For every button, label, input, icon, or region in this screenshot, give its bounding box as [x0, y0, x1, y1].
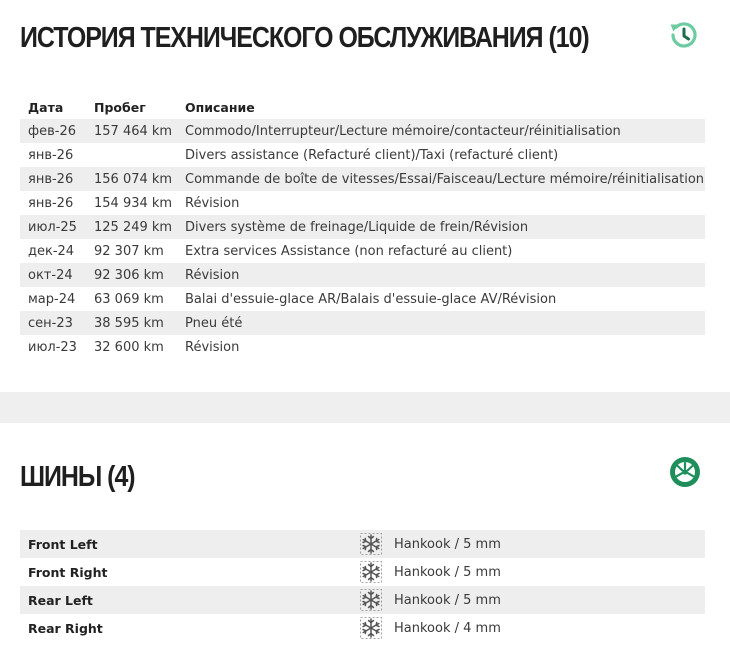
row-date: дек-24	[28, 243, 75, 259]
row-date: янв-26	[28, 195, 74, 211]
snowflake-icon	[360, 589, 394, 611]
tires-title: ШИНЫ (4)	[20, 461, 136, 493]
table-row: Front Right Hankook / 5 mm	[20, 558, 705, 586]
table-header-row: Дата Пробег Описание	[20, 95, 705, 119]
tire-position: Front Left	[28, 536, 98, 552]
row-desc: Révision	[185, 195, 240, 211]
row-desc: Divers système de freinage/Liquide de fr…	[177, 215, 705, 239]
maintenance-title: ИСТОРИЯ ТЕХНИЧЕСКОГО ОБСЛУЖИВАНИЯ (10)	[20, 22, 590, 54]
row-date: янв-26	[20, 167, 86, 191]
tire-position: Front Right	[28, 564, 108, 580]
maintenance-section: ИСТОРИЯ ТЕХНИЧЕСКОГО ОБСЛУЖИВАНИЯ (10) Д…	[0, 0, 730, 392]
tires-table: Front Left Hankook / 5 mm Front Right Ha…	[20, 530, 705, 642]
tire-value: Hankook / 5 mm	[394, 536, 501, 552]
snowflake-icon	[360, 533, 394, 555]
table-row: Rear Right Hankook / 4 mm	[20, 614, 705, 642]
history-icon[interactable]	[667, 18, 701, 52]
row-km: 92 306 km	[86, 263, 177, 287]
tire-value: Hankook / 5 mm	[394, 592, 501, 608]
table-row: дек-24 92 307 km Extra services Assistan…	[20, 239, 705, 263]
table-row: фев-26 157 464 km Commodo/Interrupteur/L…	[20, 119, 705, 143]
tire-icon[interactable]	[668, 455, 702, 489]
row-desc: Commodo/Interrupteur/Lecture mémoire/con…	[177, 119, 705, 143]
row-km	[86, 143, 177, 167]
row-desc: Révision	[177, 263, 705, 287]
row-date: янв-26	[28, 147, 74, 163]
row-km: 125 249 km	[86, 215, 177, 239]
row-km: 38 595 km	[86, 311, 177, 335]
table-row: янв-26 156 074 km Commande de boîte de v…	[20, 167, 705, 191]
row-km: 156 074 km	[86, 167, 177, 191]
tire-value: Hankook / 5 mm	[394, 564, 501, 580]
row-desc: Divers assistance (Refacturé client)/Tax…	[185, 147, 559, 163]
table-row: мар-24 63 069 km Balai d'essuie-glace AR…	[20, 287, 705, 311]
row-date: июл-23	[28, 339, 77, 355]
row-date: мар-24	[28, 291, 76, 307]
table-row: сен-23 38 595 km Pneu été	[20, 311, 705, 335]
snowflake-icon	[360, 617, 394, 639]
col-date: Дата	[28, 99, 64, 115]
table-row: окт-24 92 306 km Révision	[20, 263, 705, 287]
table-row: июл-23 32 600 km Révision	[20, 335, 705, 359]
table-row: янв-26 154 934 km Révision	[20, 191, 705, 215]
tire-position: Rear Left	[28, 592, 93, 608]
row-date: фев-26	[20, 119, 86, 143]
row-desc: Extra services Assistance (non refacturé…	[185, 243, 513, 259]
row-km: 63 069 km	[94, 291, 164, 307]
row-date: окт-24	[20, 263, 86, 287]
table-row: янв-26 Divers assistance (Refacturé clie…	[20, 143, 705, 167]
table-row: Front Left Hankook / 5 mm	[20, 530, 705, 558]
row-km: 154 934 km	[94, 195, 173, 211]
row-desc: Pneu été	[177, 311, 705, 335]
row-km: 32 600 km	[94, 339, 164, 355]
row-desc: Balai d'essuie-glace AR/Balais d'essuie-…	[185, 291, 557, 307]
table-row: Rear Left Hankook / 5 mm	[20, 586, 705, 614]
row-desc: Commande de boîte de vitesses/Essai/Fais…	[177, 167, 705, 191]
col-desc: Описание	[185, 99, 255, 115]
row-date: июл-25	[20, 215, 86, 239]
row-desc: Révision	[185, 339, 240, 355]
col-km: Пробег	[94, 99, 146, 115]
row-km: 92 307 km	[94, 243, 164, 259]
snowflake-icon	[360, 561, 394, 583]
row-date: сен-23	[20, 311, 86, 335]
tire-position: Rear Right	[28, 620, 103, 636]
row-km: 157 464 km	[86, 119, 177, 143]
maintenance-table: Дата Пробег Описание фев-26 157 464 km C…	[20, 95, 705, 359]
tire-value: Hankook / 4 mm	[394, 620, 501, 636]
section-divider	[0, 392, 730, 423]
table-row: июл-25 125 249 km Divers système de frei…	[20, 215, 705, 239]
